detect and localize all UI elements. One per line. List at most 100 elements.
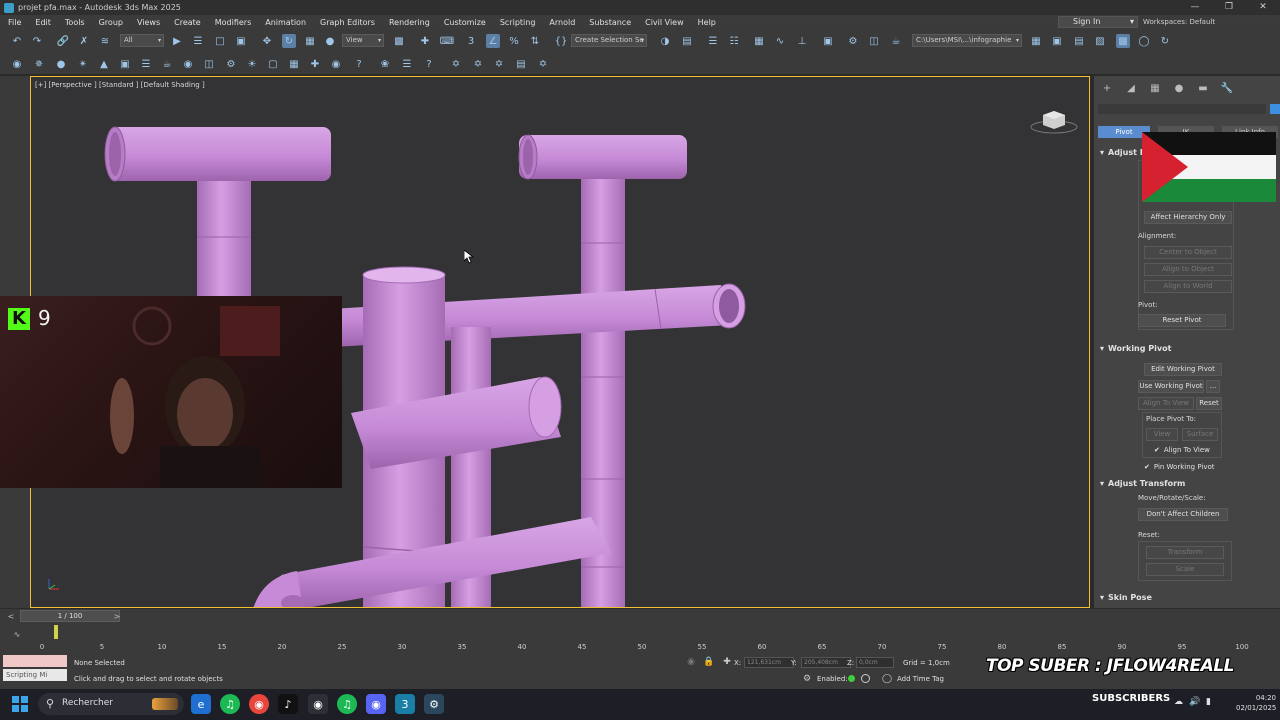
skin-pose-rollout[interactable]: Skin Pose (1100, 593, 1152, 602)
teapot-icon[interactable]: ☕ (160, 57, 174, 71)
scale-icon[interactable]: ▦ (303, 34, 317, 48)
menu-modifiers[interactable]: Modifiers (207, 18, 258, 27)
geometry-icon[interactable]: ◉ (181, 57, 195, 71)
layer-explorer-icon[interactable]: ☷ (727, 34, 741, 48)
render-setup-icon[interactable]: ⚙ (846, 34, 860, 48)
working-pivot-reset-button[interactable]: Reset (1196, 397, 1222, 410)
use-working-pivot-button[interactable]: Use Working Pivot (1138, 380, 1204, 393)
schematic-view-icon[interactable]: ⊥ (795, 34, 809, 48)
reference-coordinate-dropdown[interactable]: View ▾ (342, 34, 384, 47)
taskbar-search[interactable]: ⚲ Rechercher (38, 693, 184, 715)
rectangular-selection-icon[interactable]: □ (213, 34, 227, 48)
select-object-icon[interactable]: ▶ (170, 34, 184, 48)
unlink-icon[interactable]: ✗ (77, 34, 91, 48)
percent-snap-icon[interactable]: % (507, 34, 521, 48)
center-to-object-button[interactable]: Center to Object (1144, 246, 1232, 259)
scene-explorer-icon[interactable]: ☰ (706, 34, 720, 48)
place-icon[interactable]: ● (323, 34, 337, 48)
toggle-ribbon-icon[interactable]: ▦ (752, 34, 766, 48)
object-color-swatch[interactable] (1270, 104, 1280, 114)
align-to-view-checkbox[interactable]: Align To View (1154, 446, 1210, 454)
time-slider-next-icon[interactable]: > (110, 609, 124, 623)
workspaces-selector[interactable]: Workspaces: Default (1143, 16, 1215, 28)
sign-in-dropdown[interactable]: Sign In ▾ (1058, 16, 1138, 28)
place-pivot-view-button[interactable]: View (1146, 428, 1178, 441)
current-frame-marker[interactable] (54, 625, 58, 639)
spotify-icon[interactable]: ♫ (220, 694, 240, 714)
obs-icon[interactable]: ◉ (308, 694, 328, 714)
align-to-world-button[interactable]: Align to World (1144, 280, 1232, 293)
move-icon[interactable]: ✥ (260, 34, 274, 48)
tiktok-icon[interactable]: ♪ (278, 694, 298, 714)
snap-options-icon[interactable]: ✵ (32, 57, 46, 71)
redo-icon[interactable]: ↷ (30, 34, 44, 48)
tree-icon[interactable]: ❀ (378, 57, 392, 71)
snap-edge-icon[interactable]: ✡ (471, 57, 485, 71)
menu-create[interactable]: Create (166, 18, 207, 27)
menu-animation[interactable]: Animation (257, 18, 312, 27)
frame-ruler[interactable]: 0 5 10 15 20 25 30 35 40 45 50 55 60 65 70 75 80 85 90 95 10… (40, 637, 1249, 651)
folder-icon[interactable]: ▣ (1050, 34, 1064, 48)
selection-lock-icon[interactable]: 🔒 (702, 655, 716, 669)
angle-snap-icon[interactable]: ∠ (486, 34, 500, 48)
transform-icon[interactable]: ✚ (308, 57, 322, 71)
adjust-transform-rollout[interactable]: Adjust Transform (1100, 479, 1185, 488)
reset-pivot-button[interactable]: Reset Pivot (1138, 314, 1226, 327)
align-to-view-button[interactable]: Align To View (1138, 397, 1194, 410)
affect-hierarchy-only-button[interactable]: Affect Hierarchy Only (1144, 211, 1232, 224)
adaptive-degradation-icon[interactable]: ⚙ (800, 672, 814, 686)
discord-icon[interactable]: ◉ (366, 694, 386, 714)
sync-icon[interactable]: ↻ (1158, 34, 1172, 48)
utilities-tab-icon[interactable]: 🔧 (1220, 82, 1234, 96)
menu-scripting[interactable]: Scripting (492, 18, 542, 27)
light-icon[interactable]: ▲ (97, 57, 111, 71)
align-icon[interactable]: ▤ (680, 34, 694, 48)
isolate-selection-icon[interactable]: ◉ (684, 655, 698, 669)
scene-states-icon[interactable]: ● (54, 57, 68, 71)
snap-grid-icon[interactable]: ✡ (536, 57, 550, 71)
snap-toggle-icon[interactable]: ◉ (10, 57, 24, 71)
material-editor-icon[interactable]: ▣ (821, 34, 835, 48)
t-pipe-top-left[interactable] (104, 126, 331, 297)
working-pivot-options-button[interactable]: ... (1206, 380, 1220, 393)
grid-icon[interactable]: ▦ (287, 57, 301, 71)
battery-icon[interactable]: ▮ (1206, 697, 1211, 707)
steam-icon[interactable]: ⚙ (424, 694, 444, 714)
place-pivot-surface-button[interactable]: Surface (1182, 428, 1218, 441)
snap-face-icon[interactable]: ✡ (492, 57, 506, 71)
track-bar[interactable]: ∿ 0 5 10 15 20 25 30 35 40 45 50 55 60 65 70 75 80 85 90 95… (0, 623, 1280, 653)
snap-pivot-icon[interactable]: ▤ (514, 57, 528, 71)
pin-working-pivot-checkbox[interactable]: Pin Working Pivot (1144, 463, 1215, 471)
menu-edit[interactable]: Edit (27, 18, 57, 27)
maxscript-listener-mini[interactable] (3, 655, 67, 667)
3dsmax-taskbar-icon[interactable]: 3 (395, 694, 415, 714)
windows-start-icon[interactable] (12, 696, 28, 712)
absolute-mode-icon[interactable]: ✚ (720, 655, 734, 669)
viewcube-icon[interactable] (1029, 105, 1079, 135)
menu-list-icon[interactable]: ☰ (400, 57, 414, 71)
selection-filter-dropdown[interactable]: All ▾ (120, 34, 164, 47)
create-tab-icon[interactable]: + (1100, 82, 1114, 96)
command-panel-toggle-icon[interactable]: ▩ (1116, 34, 1130, 48)
select-manipulate-icon[interactable]: ✚ (418, 34, 432, 48)
project-icon[interactable]: ▦ (1029, 34, 1043, 48)
box-icon[interactable]: ▢ (266, 57, 280, 71)
minimize-button[interactable]: — (1178, 0, 1212, 15)
rotate-icon[interactable]: ↻ (282, 34, 296, 48)
hierarchy-tab-icon[interactable]: ▦ (1148, 82, 1162, 96)
add-time-tag-button[interactable]: Add Time Tag (897, 675, 944, 683)
maximize-button[interactable]: ❐ (1212, 0, 1246, 15)
spotify-2-icon[interactable]: ♫ (337, 694, 357, 714)
display-tab-icon[interactable]: ▬ (1196, 82, 1210, 96)
mini-curve-editor-icon[interactable]: ∿ (10, 627, 24, 641)
pivot-center-icon[interactable]: ▩ (392, 34, 406, 48)
keyboard-shortcut-override-icon[interactable]: ⌨ (440, 34, 454, 48)
new-folder-icon[interactable]: ▨ (1093, 34, 1107, 48)
camera-icon[interactable]: ▣ (118, 57, 132, 71)
named-selection-sets-dropdown[interactable]: Create Selection Se ▾ (571, 34, 647, 47)
time-tag-toggle-icon[interactable] (861, 674, 870, 683)
folder-open-icon[interactable]: ▤ (1072, 34, 1086, 48)
menu-customize[interactable]: Customize (436, 18, 492, 27)
reset-transform-button[interactable]: Transform (1146, 546, 1224, 559)
time-slider[interactable]: < 1 / 100 > (0, 609, 1280, 623)
